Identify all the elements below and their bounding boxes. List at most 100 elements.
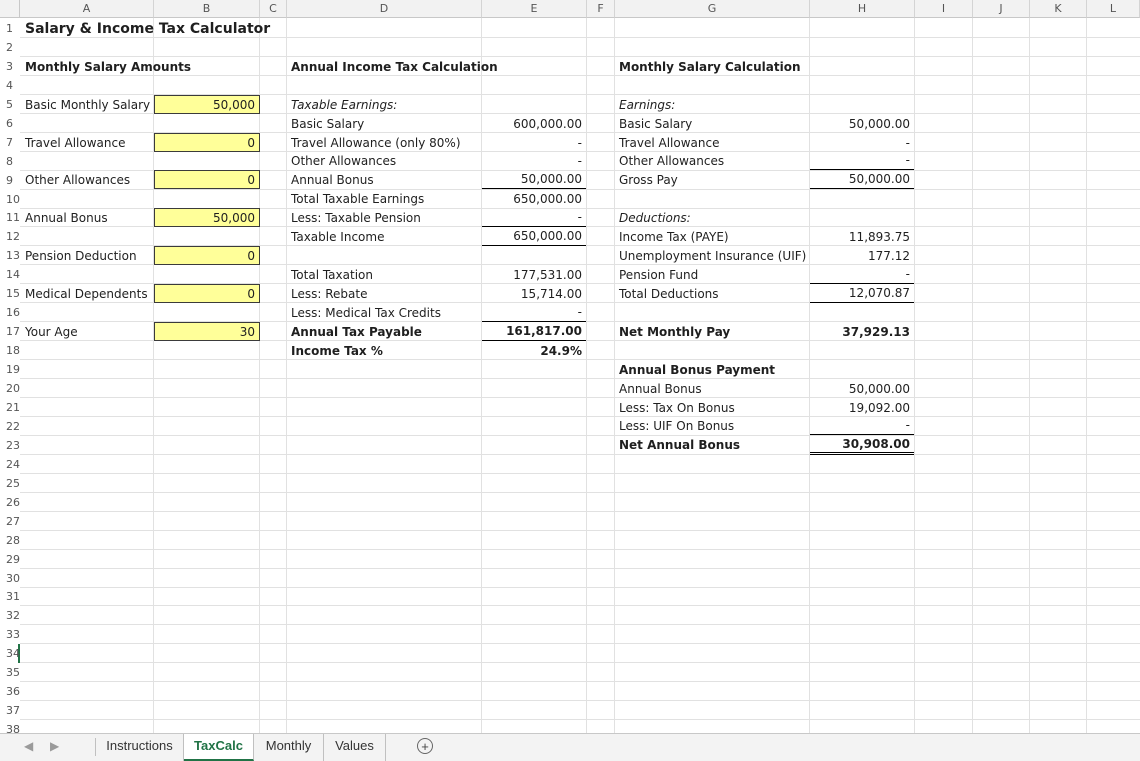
row-header[interactable]: 33 — [0, 625, 20, 644]
row-header[interactable]: 13 — [0, 246, 20, 265]
column-header[interactable]: L — [1087, 0, 1140, 18]
net-annual-bonus-value[interactable]: 30,908.00 — [810, 435, 914, 455]
annual-tax-payable-label[interactable]: Annual Tax Payable — [287, 322, 426, 341]
sheet-title[interactable]: Salary & Income Tax Calculator — [21, 19, 274, 38]
row-header[interactable]: 35 — [0, 663, 20, 682]
scroll-tabs-left-icon[interactable]: ◀ — [24, 739, 33, 753]
tab-instructions[interactable]: Instructions — [96, 734, 184, 761]
row-header[interactable]: 11 — [0, 209, 20, 227]
monthly-basic-salary-value[interactable]: 50,000.00 — [810, 114, 914, 133]
tax-on-bonus-label[interactable]: Less: Tax On Bonus — [615, 398, 739, 417]
row-header[interactable]: 22 — [0, 417, 20, 436]
scroll-tabs-right-icon[interactable]: ▶ — [50, 739, 59, 753]
annual-bonus-label[interactable]: Annual Bonus — [287, 170, 378, 189]
pension-fund-label[interactable]: Pension Fund — [615, 265, 702, 284]
total-deductions-value[interactable]: 12,070.87 — [810, 284, 914, 303]
row-header[interactable]: 21 — [0, 398, 20, 417]
label-your-age[interactable]: Your Age — [21, 322, 82, 341]
input-your-age[interactable]: 30 — [154, 322, 260, 341]
total-deductions-label[interactable]: Total Deductions — [615, 284, 723, 303]
select-all-corner[interactable] — [0, 0, 20, 18]
row-header[interactable]: 29 — [0, 550, 20, 569]
row-header[interactable]: 5 — [0, 95, 20, 114]
input-annual-bonus[interactable]: 50,000 — [154, 208, 260, 227]
annual-tax-payable-value[interactable]: 161,817.00 — [482, 322, 586, 341]
monthly-travel-label[interactable]: Travel Allowance — [615, 133, 723, 152]
row-header[interactable]: 23 — [0, 436, 20, 455]
taxable-earnings-label[interactable]: Taxable Earnings: — [287, 95, 401, 114]
annual-travel-value[interactable]: - — [482, 133, 586, 152]
column-header[interactable]: K — [1030, 0, 1087, 18]
column-header[interactable]: E — [482, 0, 587, 18]
input-pension-deduction[interactable]: 0 — [154, 246, 260, 265]
label-other-allowances[interactable]: Other Allowances — [21, 170, 134, 189]
total-taxation-label[interactable]: Total Taxation — [287, 265, 377, 284]
net-monthly-pay-label[interactable]: Net Monthly Pay — [615, 322, 734, 341]
row-header[interactable]: 9 — [0, 171, 20, 190]
taxable-income-label[interactable]: Taxable Income — [287, 227, 388, 246]
pension-fund-value[interactable]: - — [810, 265, 914, 284]
row-header[interactable]: 26 — [0, 493, 20, 512]
row-header[interactable]: 7 — [0, 133, 20, 152]
tax-on-bonus-value[interactable]: 19,092.00 — [810, 398, 914, 417]
annual-travel-label[interactable]: Travel Allowance (only 80%) — [287, 133, 465, 152]
row-header[interactable]: 15 — [0, 284, 20, 303]
uif-label[interactable]: Unemployment Insurance (UIF) — [615, 246, 810, 265]
monthly-heading[interactable]: Monthly Salary Calculation — [615, 57, 805, 76]
input-basic-monthly-salary[interactable]: 50,000 — [154, 95, 260, 114]
column-header[interactable]: A — [20, 0, 154, 18]
total-taxable-label[interactable]: Total Taxable Earnings — [287, 189, 428, 208]
net-annual-bonus-label[interactable]: Net Annual Bonus — [615, 435, 744, 454]
total-taxation-value[interactable]: 177,531.00 — [482, 265, 586, 284]
tab-monthly[interactable]: Monthly — [254, 734, 324, 761]
row-header[interactable]: 4 — [0, 76, 20, 95]
income-tax-pct-value[interactable]: 24.9% — [482, 341, 586, 360]
row-header[interactable]: 3 — [0, 57, 20, 76]
rebate-value[interactable]: 15,714.00 — [482, 284, 586, 303]
inputs-heading[interactable]: Monthly Salary Amounts — [21, 57, 195, 76]
label-pension-deduction[interactable]: Pension Deduction — [21, 246, 141, 265]
column-header[interactable]: F — [587, 0, 615, 18]
income-tax-pct-label[interactable]: Income Tax % — [287, 341, 387, 360]
input-travel-allowance[interactable]: 0 — [154, 133, 260, 152]
total-taxable-value[interactable]: 650,000.00 — [482, 189, 586, 208]
row-header[interactable]: 20 — [0, 379, 20, 398]
row-header[interactable]: 1 — [0, 19, 20, 38]
row-header[interactable]: 32 — [0, 606, 20, 625]
net-monthly-pay-value[interactable]: 37,929.13 — [810, 322, 914, 341]
input-medical-dependents[interactable]: 0 — [154, 284, 260, 303]
row-header[interactable]: 36 — [0, 682, 20, 701]
row-header[interactable]: 27 — [0, 512, 20, 531]
column-header[interactable]: D — [287, 0, 482, 18]
row-header[interactable]: 10 — [0, 190, 20, 209]
paye-label[interactable]: Income Tax (PAYE) — [615, 227, 733, 246]
rebate-label[interactable]: Less: Rebate — [287, 284, 371, 303]
monthly-basic-salary-label[interactable]: Basic Salary — [615, 114, 696, 133]
row-header[interactable]: 37 — [0, 701, 20, 720]
paye-value[interactable]: 11,893.75 — [810, 227, 914, 246]
row-header[interactable]: 2 — [0, 38, 20, 57]
row-header[interactable]: 12 — [0, 227, 20, 246]
input-other-allowances[interactable]: 0 — [154, 170, 260, 189]
row-header[interactable]: 6 — [0, 114, 20, 133]
earnings-label[interactable]: Earnings: — [615, 95, 679, 114]
monthly-other-value[interactable]: - — [810, 151, 914, 170]
row-header[interactable]: 14 — [0, 265, 20, 284]
less-taxable-pension-label[interactable]: Less: Taxable Pension — [287, 208, 425, 227]
row-header[interactable]: 28 — [0, 531, 20, 550]
medical-tax-credits-value[interactable]: - — [482, 303, 586, 322]
row-header[interactable]: 17 — [0, 322, 20, 341]
row-header[interactable]: 34 — [0, 644, 20, 663]
uif-value[interactable]: 177.12 — [810, 246, 914, 265]
row-header[interactable]: 16 — [0, 303, 20, 322]
less-taxable-pension-value[interactable]: - — [482, 208, 586, 227]
column-header[interactable]: H — [810, 0, 915, 18]
row-header[interactable]: 18 — [0, 341, 20, 360]
annual-other-value[interactable]: - — [482, 151, 586, 170]
column-header[interactable]: I — [915, 0, 973, 18]
row-header[interactable]: 25 — [0, 474, 20, 493]
spreadsheet-grid[interactable]: ABCDEFGHIJKL 1 2 3 4 5 6 7 8 9 10 11 12 13 14 15 16 17 18… — [0, 0, 1140, 733]
label-travel-allowance[interactable]: Travel Allowance — [21, 133, 129, 152]
taxable-income-value[interactable]: 650,000.00 — [482, 227, 586, 246]
label-medical-dependents[interactable]: Medical Dependents — [21, 284, 152, 303]
